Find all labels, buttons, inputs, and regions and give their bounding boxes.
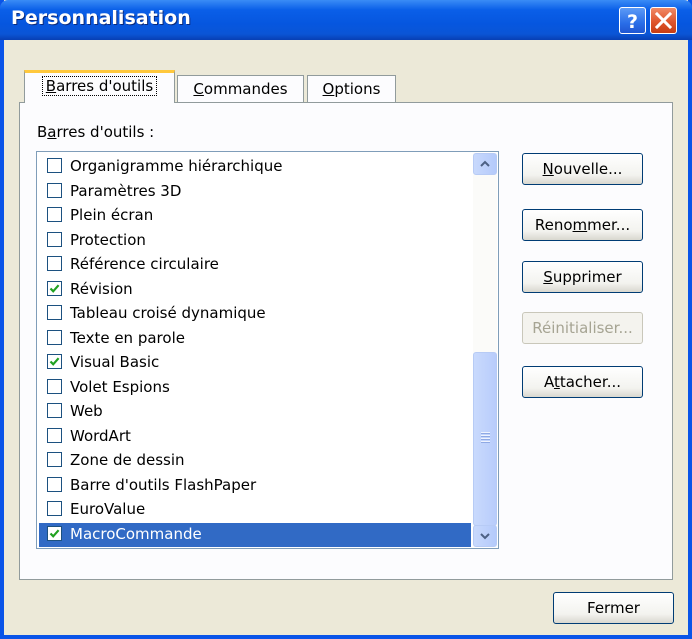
check-icon — [49, 283, 60, 293]
toolbar-checkbox[interactable] — [47, 256, 62, 271]
help-button[interactable]: ? — [619, 7, 646, 34]
toolbar-checkbox[interactable] — [47, 403, 62, 418]
check-icon — [49, 528, 60, 538]
toolbar-checkbox[interactable] — [47, 207, 62, 222]
new-toolbar-button[interactable]: Nouvelle... — [522, 153, 643, 185]
toolbar-checkbox[interactable] — [47, 476, 62, 492]
scroll-thumb[interactable] — [473, 352, 497, 526]
help-icon: ? — [627, 11, 638, 33]
toolbar-list-item[interactable]: Texte en parole — [39, 327, 471, 351]
check-icon — [49, 357, 60, 366]
chevron-up-icon — [480, 160, 490, 167]
attach-toolbar-button[interactable]: Attacher... — [522, 366, 643, 398]
toolbar-list-item-label: Texte en parole — [70, 328, 185, 347]
toolbars-list-label: Barres d'outils : — [37, 123, 155, 141]
scroll-up-button[interactable] — [473, 153, 497, 175]
toolbar-list-item-label: Paramètres 3D — [70, 181, 182, 200]
reset-toolbar-button[interactable]: Réinitialiser... — [522, 312, 643, 344]
toolbar-checkbox[interactable] — [47, 329, 62, 345]
toolbar-list-item[interactable]: Organigramme hiérarchique — [39, 155, 471, 179]
toolbar-list-item[interactable]: Zone de dessin — [39, 449, 471, 473]
toolbar-checkbox[interactable] — [47, 525, 62, 541]
toolbar-list-item[interactable]: Tableau croisé dynamique — [39, 302, 471, 326]
vertical-scrollbar[interactable] — [473, 153, 497, 547]
toolbar-checkbox[interactable] — [47, 280, 62, 296]
toolbar-checkbox[interactable] — [47, 501, 62, 516]
toolbar-list-item-label: Organigramme hiérarchique — [70, 157, 283, 175]
toolbar-list-item-label: Volet Espions — [70, 377, 170, 396]
toolbar-checkbox[interactable] — [47, 158, 62, 173]
delete-toolbar-button[interactable]: Supprimer — [522, 261, 643, 293]
svg-text:?: ? — [627, 11, 638, 33]
toolbar-list-item-label: Barre d'outils FlashPaper — [70, 475, 257, 494]
toolbar-list-item-label: WordArt — [70, 426, 131, 445]
toolbar-list-item-label: MacroCommande — [70, 524, 202, 543]
tab-options[interactable]: Options — [307, 75, 396, 103]
tab-toolbars[interactable]: Barres d'outils — [24, 70, 175, 103]
toolbar-checkbox[interactable] — [47, 305, 62, 320]
close-button[interactable]: Fermer — [553, 592, 674, 624]
toolbar-list-item-label: Révision — [70, 279, 133, 298]
tab-toolbars-label: Barres d'outils — [41, 76, 158, 96]
toolbar-checkbox[interactable] — [47, 182, 62, 198]
toolbar-list-item[interactable]: Visual Basic — [39, 351, 471, 375]
toolbar-checkbox[interactable] — [47, 231, 62, 247]
tab-commands-label: Commandes — [193, 80, 288, 98]
toolbar-checkbox[interactable] — [47, 427, 62, 443]
scroll-down-button[interactable] — [473, 525, 497, 547]
toolbar-list-item[interactable]: WordArt — [39, 425, 471, 449]
toolbar-list-item-label: Référence circulaire — [70, 255, 219, 273]
toolbar-list-item[interactable]: Web — [39, 400, 471, 424]
tab-commands[interactable]: Commandes — [177, 75, 304, 103]
toolbar-list-item-label: Protection — [70, 230, 146, 249]
toolbar-list-item[interactable]: Révision — [39, 278, 471, 302]
toolbar-list-item[interactable]: Paramètres 3D — [39, 180, 471, 204]
chevron-down-icon — [480, 533, 490, 540]
toolbar-list-item[interactable]: Référence circulaire — [39, 253, 471, 277]
toolbar-list-item[interactable]: EuroValue — [39, 498, 471, 522]
close-icon — [654, 11, 673, 30]
toolbar-list-item[interactable]: MacroCommande — [39, 522, 471, 547]
title-bar[interactable]: Personnalisation ? — [0, 0, 692, 40]
toolbar-list-item-label: Zone de dessin — [70, 451, 185, 469]
close-window-button[interactable] — [650, 7, 677, 34]
toolbar-list-item[interactable]: Protection — [39, 229, 471, 253]
rename-toolbar-button[interactable]: Renommer... — [522, 209, 643, 241]
toolbar-list-item[interactable]: Volet Espions — [39, 376, 471, 400]
toolbar-checkbox[interactable] — [47, 452, 62, 467]
toolbar-list-item-label: Web — [70, 402, 103, 420]
toolbar-list-item-label: EuroValue — [70, 500, 146, 518]
toolbar-checkbox[interactable] — [47, 354, 62, 369]
tab-options-label: Options — [322, 80, 381, 98]
toolbar-checkbox[interactable] — [47, 378, 62, 394]
toolbar-list-item[interactable]: Plein écran — [39, 204, 471, 228]
window-title: Personnalisation — [11, 7, 191, 29]
toolbar-list-item-label: Visual Basic — [70, 353, 160, 371]
toolbar-list-item-label: Plein écran — [70, 206, 154, 224]
toolbar-list-item[interactable]: Barre d'outils FlashPaper — [39, 474, 471, 498]
toolbars-listbox[interactable]: Organigramme hiérarchique Paramètres 3D Pl… — [36, 151, 499, 549]
toolbar-list-item-label: Tableau croisé dynamique — [70, 304, 266, 322]
